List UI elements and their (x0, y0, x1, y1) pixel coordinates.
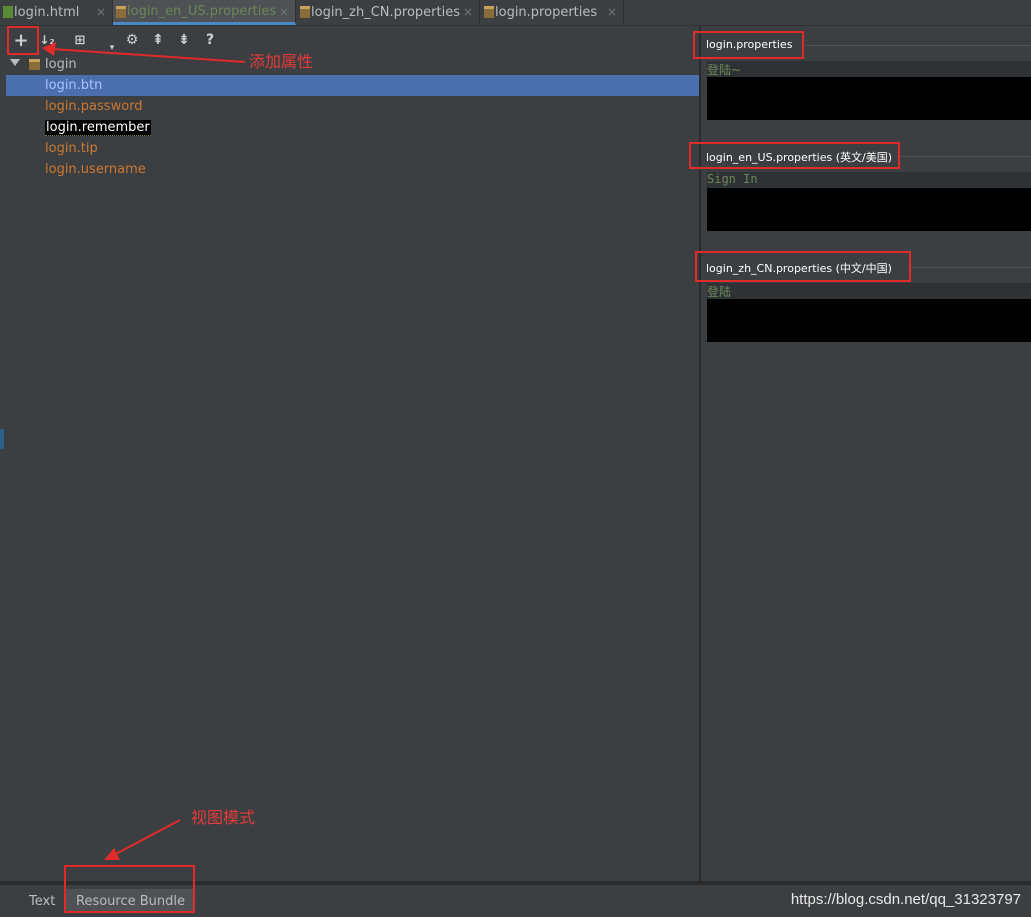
arrow-line-add (51, 48, 246, 63)
arrow-line-view-mode (111, 819, 181, 857)
annotation-arrows (42, 42, 246, 860)
annotation-add-property: 添加属性 (249, 52, 314, 71)
annotation-view-mode: 视图模式 (191, 808, 256, 827)
arrow-head-add (42, 42, 56, 56)
